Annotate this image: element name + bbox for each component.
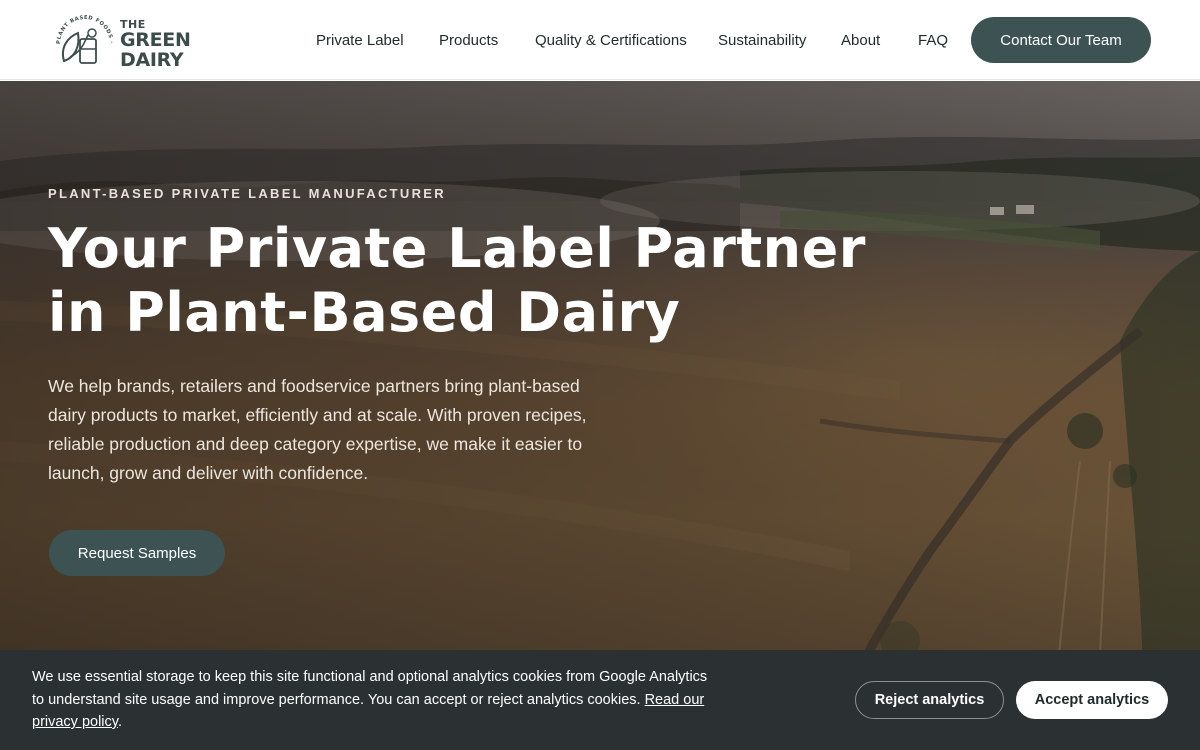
- nav-item-quality-certifications[interactable]: Quality & Certifications: [535, 32, 687, 49]
- brand-wordmark-green: GREEN: [120, 28, 191, 51]
- nav-item-private-label[interactable]: Private Label: [316, 32, 404, 49]
- hero-lead-paragraph: We help brands, retailers and foodservic…: [48, 376, 587, 483]
- nav-item-products[interactable]: Products: [439, 32, 498, 49]
- logo-emblem-icon: PLANT BASED FOODS · EST 2020: [54, 13, 113, 64]
- hero-headline: Your Private Label Partner in Plant-Base…: [48, 217, 1048, 345]
- hero-eyebrow: PLANT-BASED PRIVATE LABEL MANUFACTURER: [48, 186, 446, 201]
- nav-item-about[interactable]: About: [841, 32, 880, 49]
- brand-wordmark-dairy: DAIRY: [120, 48, 184, 71]
- brand-wordmark-the: THE: [120, 17, 146, 31]
- nav-item-faq[interactable]: FAQ: [918, 32, 948, 49]
- nav-item-sustainability[interactable]: Sustainability: [718, 32, 806, 49]
- cookie-banner: We use essential storage to keep this si…: [0, 650, 1200, 750]
- reject-analytics-button[interactable]: Reject analytics: [855, 681, 1004, 719]
- cookie-banner-message: We use essential storage to keep this si…: [32, 669, 708, 708]
- hero-headline-line-2: in Plant-Based Dairy: [48, 281, 681, 344]
- brand-logo[interactable]: PLANT BASED FOODS · EST 2020 THE GREEN D…: [54, 12, 194, 76]
- hero-headline-line-1: Your Private Label Partner: [48, 217, 866, 280]
- site-header: PLANT BASED FOODS · EST 2020 THE GREEN D…: [0, 0, 1200, 80]
- contact-team-button[interactable]: Contact Our Team: [971, 17, 1151, 63]
- cookie-banner-text: We use essential storage to keep this si…: [32, 666, 712, 734]
- cookie-banner-period: .: [117, 714, 122, 730]
- accept-analytics-button[interactable]: Accept analytics: [1016, 681, 1168, 719]
- request-samples-button[interactable]: Request Samples: [49, 530, 225, 576]
- brand-wordmark: THE GREEN DAIRY: [120, 19, 191, 70]
